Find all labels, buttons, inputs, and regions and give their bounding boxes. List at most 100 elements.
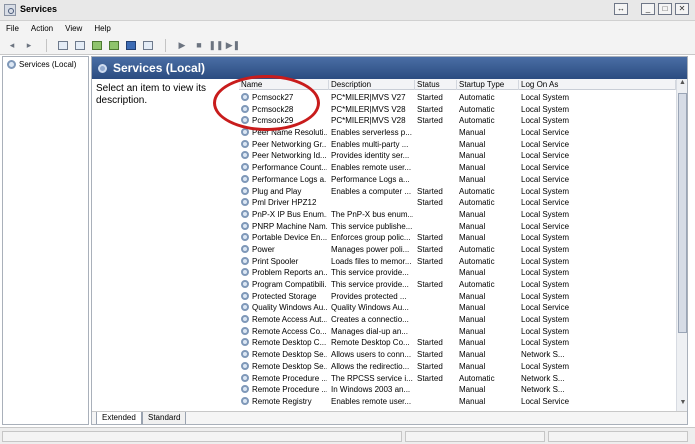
help-button[interactable] — [124, 39, 138, 52]
service-row[interactable]: Remote Access Aut... Creates a connectio.… — [239, 314, 676, 326]
service-row[interactable]: Problem Reports an... This service provid… — [239, 267, 676, 279]
service-description: Enables serverless p... — [331, 128, 412, 138]
pause-service-button[interactable]: ❚❚ — [208, 39, 224, 52]
service-name: Portable Device En... — [252, 233, 327, 243]
menu-file[interactable]: File — [6, 24, 19, 33]
service-startup-type: Automatic — [459, 116, 495, 126]
service-status: Started — [417, 93, 443, 102]
service-description: Enforces group polic... — [331, 233, 411, 243]
close-button[interactable]: ✕ — [675, 3, 689, 15]
service-startup-type: Automatic — [459, 93, 495, 102]
menu-action[interactable]: Action — [31, 24, 53, 33]
service-gear-icon — [241, 303, 249, 312]
service-log-on-as: Local System — [521, 291, 570, 301]
service-startup-type: Manual — [459, 338, 486, 348]
services-gear-icon — [7, 60, 16, 69]
service-name: PnP-X IP Bus Enum... — [252, 209, 327, 219]
forward-button[interactable]: ▸ — [22, 39, 36, 52]
tab-standard[interactable]: Standard — [142, 412, 187, 424]
service-startup-type: Automatic — [459, 256, 495, 266]
start-service-button[interactable]: ▶ — [175, 39, 189, 52]
service-row[interactable]: Power Manages power poli... Started Automat… — [239, 244, 676, 256]
service-status: Started — [417, 233, 443, 243]
service-name: Power — [252, 244, 275, 254]
service-log-on-as: Local System — [521, 93, 570, 102]
service-name: Protected Storage — [252, 291, 317, 301]
service-row[interactable]: Plug and Play Enables a computer ... Start… — [239, 186, 676, 198]
service-row[interactable]: Peer Networking Gr... Enables multi-party… — [239, 139, 676, 151]
column-header-status[interactable]: Status — [415, 80, 457, 90]
service-log-on-as: Local System — [521, 256, 570, 266]
service-row[interactable]: PnP-X IP Bus Enum... The PnP-X bus enum..… — [239, 209, 676, 221]
scroll-down-arrow-icon[interactable]: ▼ — [677, 399, 687, 411]
service-row[interactable]: Performance Logs a... Performance Logs a.… — [239, 174, 676, 186]
service-row[interactable]: Peer Networking Id... Provides identity s… — [239, 150, 676, 162]
maximize-button[interactable]: □ — [658, 3, 672, 15]
refresh-button[interactable] — [90, 39, 104, 52]
service-description: Creates a connectio... — [331, 315, 409, 325]
service-row[interactable]: Remote Registry Enables remote user... Man… — [239, 396, 676, 408]
restart-service-button[interactable]: ▶❚ — [226, 39, 240, 52]
tab-extended[interactable]: Extended — [96, 412, 142, 424]
service-description: Enables remote user... — [331, 163, 412, 173]
service-row[interactable]: Remote Desktop Se... Allows users to conn… — [239, 349, 676, 361]
service-row[interactable]: Remote Procedure ... The RPCSS service i.… — [239, 373, 676, 385]
services-gear-icon — [98, 63, 107, 73]
service-startup-type: Automatic — [459, 280, 495, 289]
column-header-startup-type[interactable]: Startup Type — [457, 80, 519, 90]
service-row[interactable]: Print Spooler Loads files to memor... Star… — [239, 256, 676, 268]
service-startup-type: Manual — [459, 128, 486, 138]
service-log-on-as: Local Service — [521, 163, 570, 173]
service-gear-icon — [241, 361, 249, 370]
show-hide-console-tree-button[interactable] — [56, 39, 70, 52]
service-status: Started — [417, 361, 443, 371]
service-name: Print Spooler — [252, 256, 299, 266]
scroll-up-arrow-icon[interactable]: ▲ — [677, 79, 687, 91]
service-row[interactable]: Peer Name Resoluti... Enables serverless … — [239, 127, 676, 139]
service-log-on-as: Local Service — [521, 174, 570, 184]
service-description: Enables multi-party ... — [331, 139, 409, 149]
service-row[interactable]: Pml Driver HPZ12 Started Automatic Local Se… — [239, 197, 676, 209]
service-gear-icon — [241, 338, 249, 347]
service-row[interactable]: Protected Storage Provides protected ... M… — [239, 291, 676, 303]
service-row[interactable]: Remote Procedure ... In Windows 2003 an..… — [239, 384, 676, 396]
service-gear-icon — [241, 280, 249, 288]
tree-item-services-local[interactable]: Services (Local) — [7, 60, 76, 69]
column-header-description[interactable]: Description — [329, 80, 415, 90]
service-status: Started — [417, 116, 443, 126]
resize-icon[interactable]: ↔ — [614, 3, 628, 15]
service-log-on-as: Local Service — [521, 396, 570, 406]
service-row[interactable]: Performance Count... Enables remote user.… — [239, 162, 676, 174]
vertical-scrollbar[interactable]: ▲ ▼ — [676, 79, 687, 411]
service-row[interactable]: Remote Desktop Se... Allows the redirecti… — [239, 361, 676, 373]
pause-icon: ❚❚ — [208, 39, 224, 50]
service-row[interactable]: Program Compatibili... This service provi… — [239, 279, 676, 291]
service-name: Remote Access Aut... — [252, 315, 327, 325]
export-list-button[interactable] — [107, 39, 121, 52]
back-icon: ◂ — [9, 39, 15, 50]
service-name: Peer Networking Gr... — [252, 139, 327, 149]
service-gear-icon — [241, 198, 249, 207]
window-controls: ↔ _ □ ✕ — [614, 3, 689, 15]
service-description: The RPCSS service i... — [331, 373, 413, 383]
menu-help[interactable]: Help — [94, 24, 110, 33]
service-startup-type: Manual — [459, 361, 486, 371]
service-description: This service publishe... — [331, 221, 413, 231]
service-startup-type: Manual — [459, 163, 486, 173]
toolbar-separator — [164, 38, 166, 52]
service-log-on-as: Local System — [521, 361, 570, 371]
properties-button[interactable] — [73, 39, 87, 52]
minimize-button[interactable]: _ — [641, 3, 655, 15]
service-row[interactable]: PNRP Machine Nam... This service publishe… — [239, 221, 676, 233]
menu-view[interactable]: View — [65, 24, 82, 33]
stop-service-button[interactable]: ■ — [192, 39, 206, 52]
service-row[interactable]: Remote Desktop C... Remote Desktop Co... S… — [239, 337, 676, 349]
service-row[interactable]: Portable Device En... Enforces group poli… — [239, 232, 676, 244]
scrollbar-thumb[interactable] — [678, 93, 687, 333]
annotation-ellipse — [213, 75, 320, 131]
action-pane-button[interactable] — [141, 39, 155, 52]
service-row[interactable]: Remote Access Co... Manages dial-up an...… — [239, 326, 676, 338]
column-header-log-on-as[interactable]: Log On As — [519, 80, 676, 90]
back-button[interactable]: ◂ — [5, 39, 19, 52]
service-row[interactable]: Quality Windows Au... Quality Windows Au.… — [239, 302, 676, 314]
